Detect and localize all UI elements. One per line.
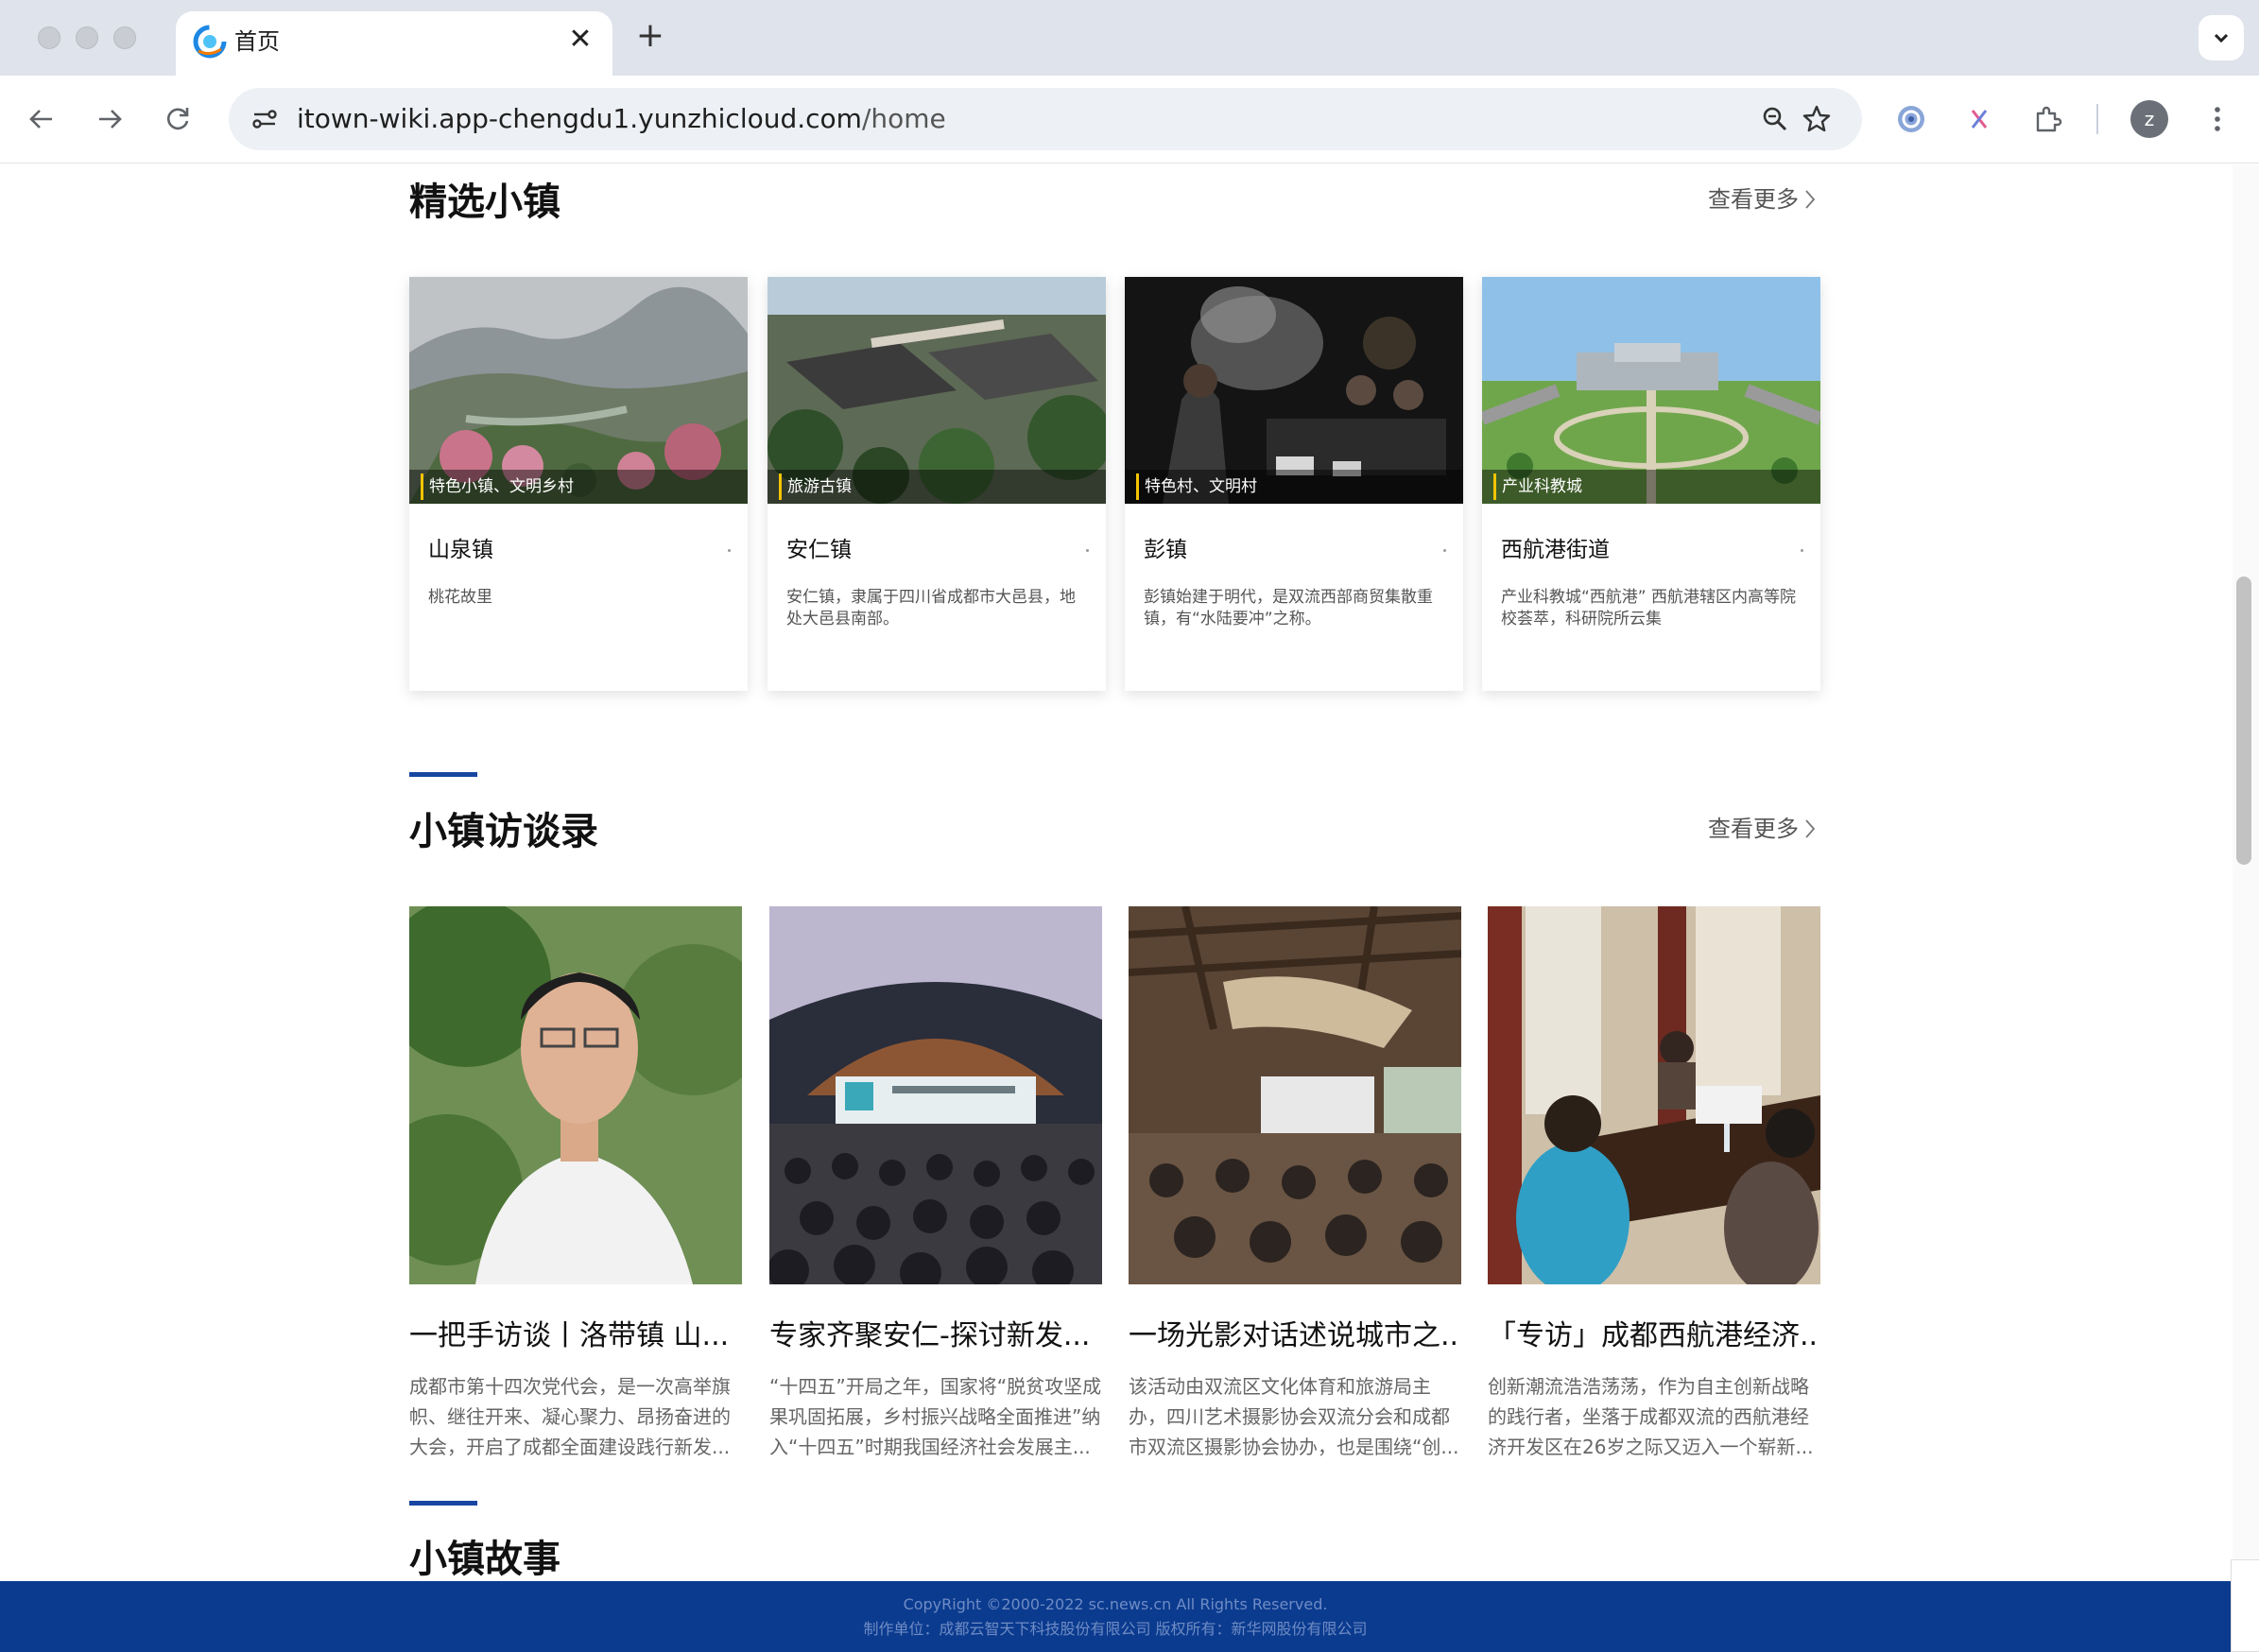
- interviews-more-label: 查看更多: [1708, 816, 1799, 842]
- dot-icon: [1086, 549, 1089, 552]
- menu-icon: [2215, 107, 2220, 131]
- interview-card[interactable]: 专家齐聚安仁-探讨新发... “十四五”开局之年，国家将“脱贫攻坚成果巩固拓展，…: [769, 906, 1102, 1462]
- interviews-title: 小镇访谈录: [409, 810, 598, 853]
- bookmark-button[interactable]: [1796, 98, 1837, 140]
- zoom-icon: [1763, 107, 1787, 131]
- extensions-menu-button[interactable]: [2023, 95, 2072, 144]
- interview-card[interactable]: 一场光影对话述说城市之... 该活动由双流区文化体育和旅游局主办，四川艺术摄影协…: [1129, 906, 1461, 1462]
- town-name: 安仁镇: [786, 538, 852, 562]
- url-text[interactable]: itown-wiki.app-chengdu1.yunzhicloud.com/…: [297, 101, 946, 137]
- interview-desc: “十四五”开局之年，国家将“脱贫攻坚成果巩固拓展，乡村振兴战略全面推进”纳入“十…: [769, 1375, 1102, 1458]
- profile-avatar[interactable]: z: [2130, 100, 2168, 138]
- featured-towns-title: 精选小镇: [409, 181, 560, 224]
- town-tag: 特色小镇、文明乡村: [421, 473, 574, 500]
- interview-photo: [409, 906, 742, 1284]
- chevron-down-icon: [2214, 33, 2229, 43]
- chevron-right-icon: [1805, 190, 1816, 209]
- interview-photo: [769, 906, 1102, 1284]
- toolbar-divider: [2096, 104, 2098, 134]
- stories-title: 小镇故事: [409, 1538, 560, 1581]
- town-name: 彭镇: [1144, 538, 1187, 562]
- town-card-anren[interactable]: 旅游古镇 安仁镇 安仁镇，隶属于四川省成都市大邑县，地处大邑县南部。: [767, 277, 1106, 691]
- puzzle-icon: [2036, 106, 2062, 132]
- scrollbar-track[interactable]: [2233, 164, 2259, 1652]
- browser-menu-button[interactable]: [2193, 95, 2242, 144]
- chevron-right-icon: [1805, 819, 1816, 838]
- cross-logo-icon: [1971, 110, 1988, 129]
- section-accent-bar: [409, 772, 477, 777]
- reload-icon: [167, 108, 189, 130]
- url-path: /home: [861, 103, 946, 134]
- tab-title: 首页: [234, 28, 280, 55]
- town-name: 山泉镇: [428, 538, 493, 562]
- tab-search-button[interactable]: [2199, 15, 2244, 60]
- town-tag-strip: 特色村、文明村: [1125, 470, 1463, 504]
- interview-title[interactable]: 一场光影对话述说城市之...: [1129, 1316, 1461, 1356]
- town-tag: 特色村、文明村: [1136, 473, 1257, 500]
- tab-strip: 首页 ✕ +: [0, 0, 2259, 77]
- url-host: itown-wiki.app-chengdu1.yunzhicloud.com: [297, 103, 862, 134]
- featured-more-link[interactable]: 查看更多: [1708, 183, 1816, 215]
- forward-button[interactable]: [87, 96, 132, 142]
- interview-desc: 成都市第十四次党代会，是一次高举旗帜、继往开来、凝心聚力、昂扬奋进的大会，开启了…: [409, 1375, 731, 1458]
- town-card-shanquan[interactable]: 特色小镇、文明乡村 山泉镇 桃花故里: [409, 277, 748, 691]
- interview-desc: 创新潮流浩浩荡荡，作为自主创新战略的践行者，坐落于成都双流的西航港经济开发区在2…: [1488, 1375, 1814, 1458]
- active-tab[interactable]: 首页 ✕: [176, 11, 612, 77]
- town-name: 西航港街道: [1501, 538, 1610, 562]
- floating-side-panel[interactable]: [2231, 1559, 2259, 1652]
- town-desc: 安仁镇，隶属于四川省成都市大邑县，地处大邑县南部。: [786, 588, 1076, 628]
- town-tag: 产业科教城: [1493, 473, 1582, 500]
- interview-desc: 该活动由双流区文化体育和旅游局主办，四川艺术摄影协会双流分会和成都市双流区摄影协…: [1129, 1375, 1459, 1458]
- address-bar[interactable]: itown-wiki.app-chengdu1.yunzhicloud.com/…: [229, 88, 1862, 150]
- town-card-pengzhen[interactable]: 特色村、文明村 彭镇 彭镇始建于明代，是双流西部商贸集散重镇，有“水陆要冲”之称…: [1125, 277, 1463, 691]
- town-tag-strip: 产业科教城: [1482, 470, 1820, 504]
- site-favicon-icon: [193, 25, 227, 59]
- maximize-window-button[interactable]: [113, 26, 136, 49]
- tab-close-icon[interactable]: ✕: [563, 23, 597, 57]
- scrollbar-thumb[interactable]: [2236, 576, 2251, 865]
- interviews-more-link[interactable]: 查看更多: [1708, 813, 1816, 845]
- interview-card[interactable]: 一把手访谈丨洛带镇 山... 成都市第十四次党代会，是一次高举旗帜、继往开来、凝…: [409, 906, 742, 1462]
- interview-title[interactable]: 「专访」成都西航港经济...: [1488, 1316, 1820, 1356]
- footer-copyright: CopyRight ©2000-2022 sc.news.cn All Righ…: [903, 1595, 1328, 1613]
- interview-card[interactable]: 「专访」成都西航港经济... 创新潮流浩浩荡荡，作为自主创新战略的践行者，坐落于…: [1488, 906, 1820, 1462]
- back-button[interactable]: [19, 96, 64, 142]
- featured-more-label: 查看更多: [1708, 186, 1799, 213]
- bookmark-star-icon: [1802, 105, 1831, 132]
- browser-toolbar: itown-wiki.app-chengdu1.yunzhicloud.com/…: [0, 76, 2259, 163]
- extension-icon: [1898, 106, 1924, 132]
- site-info-icon: [252, 110, 277, 129]
- interview-title[interactable]: 专家齐聚安仁-探讨新发...: [769, 1316, 1102, 1356]
- town-tag-strip: 旅游古镇: [767, 470, 1106, 504]
- page-viewport: 精选小镇 查看更多 特色小镇、文明乡村 山泉镇 桃花故里 旅游古镇 安仁镇 安仁…: [0, 164, 2259, 1652]
- extension-button-2[interactable]: [1955, 95, 2004, 144]
- dot-icon: [1443, 549, 1446, 552]
- dot-icon: [728, 549, 731, 552]
- interview-title[interactable]: 一把手访谈丨洛带镇 山...: [409, 1316, 742, 1356]
- town-desc: 产业科教城“西航港” 西航港辖区内高等院校荟萃，科研院所云集: [1501, 588, 1797, 628]
- back-icon: [29, 110, 52, 129]
- minimize-window-button[interactable]: [76, 26, 98, 49]
- page-footer: CopyRight ©2000-2022 sc.news.cn All Righ…: [0, 1581, 2231, 1652]
- interview-photo: [1488, 906, 1820, 1284]
- footer-credits: 制作单位：成都云智天下科技股份有限公司 版权所有：新华网股份有限公司: [863, 1620, 1368, 1638]
- town-card-xihanggang[interactable]: 产业科教城 西航港街道 产业科教城“西航港” 西航港辖区内高等院校荟萃，科研院所…: [1482, 277, 1820, 691]
- town-tag: 旅游古镇: [779, 473, 852, 500]
- town-desc: 彭镇始建于明代，是双流西部商贸集散重镇，有“水陆要冲”之称。: [1144, 588, 1433, 628]
- zoom-button[interactable]: [1754, 98, 1796, 140]
- new-tab-icon[interactable]: +: [631, 17, 669, 55]
- close-window-button[interactable]: [38, 26, 60, 49]
- town-desc: 桃花故里: [428, 588, 492, 607]
- dot-icon: [1801, 549, 1803, 552]
- reload-button[interactable]: [155, 96, 200, 142]
- section-accent-bar: [409, 1501, 477, 1506]
- extension-button-1[interactable]: [1887, 95, 1936, 144]
- site-info-button[interactable]: [244, 98, 285, 140]
- town-tag-strip: 特色小镇、文明乡村: [409, 470, 748, 504]
- interview-photo: [1129, 906, 1461, 1284]
- forward-icon: [99, 110, 122, 129]
